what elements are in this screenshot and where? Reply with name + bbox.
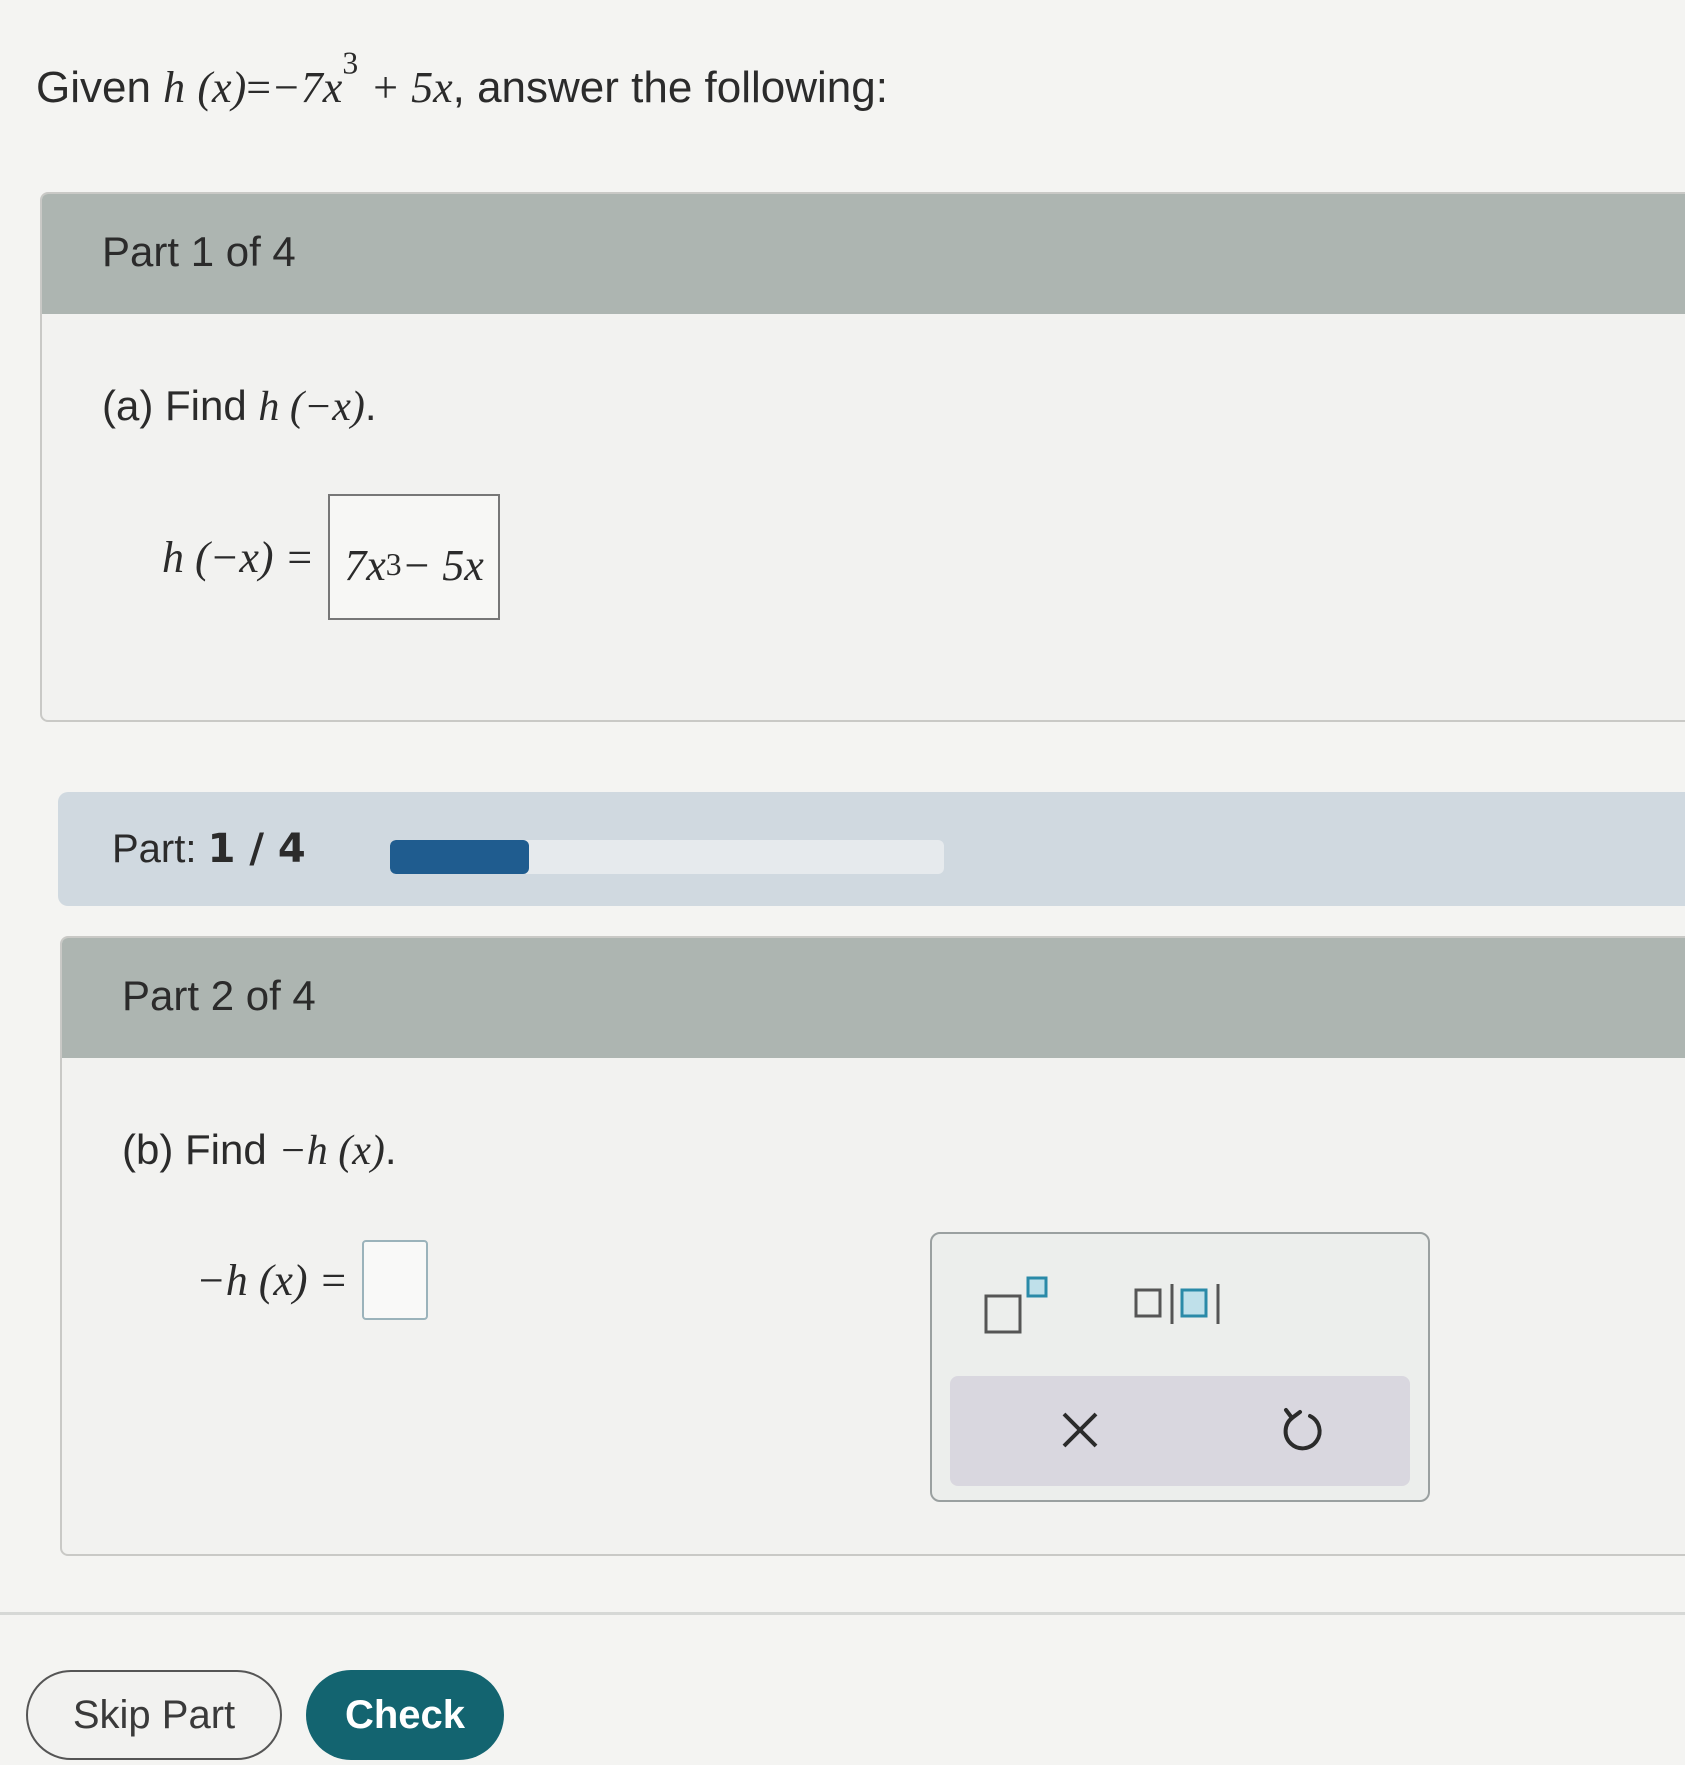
function-argument: (x)	[197, 63, 247, 112]
function-term-1: −7x	[271, 63, 343, 112]
part-1-panel: Part 1 of 4 (a) Find h (−x). h (−x) = 7x…	[40, 192, 1685, 722]
part-2-panel: Part 2 of 4 (b) Find −h (x). −h (x) =	[60, 936, 1685, 1556]
part-2-header-label: Part 2 of 4	[122, 972, 316, 1019]
part-1-answer-row: h (−x) = 7x 3 − 5x	[162, 494, 500, 620]
math-palette	[930, 1232, 1430, 1502]
progress-bar	[390, 840, 944, 874]
progress-value: 1 / 4	[207, 826, 306, 872]
part-2-question-suffix: .	[384, 1126, 397, 1173]
part-1-question: (a) Find h (−x).	[102, 382, 377, 431]
part-2-question-prefix: (b) Find	[122, 1126, 279, 1173]
function-term-1-exponent: 3	[342, 45, 359, 81]
part-1-answer-lhs: h (−x) =	[162, 532, 315, 582]
function-equals: =	[246, 63, 272, 112]
part-2-answer-lhs: −h (x) =	[196, 1255, 349, 1305]
part-1-header: Part 1 of 4	[42, 194, 1685, 314]
undo-icon	[1283, 1408, 1322, 1451]
absolute-value-button[interactable]	[1132, 1274, 1232, 1338]
exponent-icon	[984, 1276, 1048, 1334]
undo-button[interactable]	[1268, 1396, 1338, 1466]
part-1-answer-term-2: − 5x	[401, 540, 484, 590]
part-2-question: (b) Find −h (x).	[122, 1126, 397, 1175]
part-1-question-suffix: .	[364, 382, 377, 429]
part-2-question-expression: −h (x)	[278, 1128, 385, 1174]
part-2-header: Part 2 of 4	[62, 938, 1685, 1058]
part-2-answer-row: −h (x) =	[196, 1240, 429, 1320]
palette-bottom-row	[950, 1376, 1410, 1486]
absolute-value-icon	[1134, 1284, 1220, 1324]
function-term-2: + 5x	[370, 63, 453, 112]
palette-top-row	[932, 1234, 1428, 1364]
part-1-answer-input[interactable]: 7x 3 − 5x	[328, 494, 500, 620]
clear-icon	[1062, 1412, 1098, 1448]
function-name: h	[163, 63, 186, 112]
clear-button[interactable]	[1040, 1394, 1120, 1468]
skip-part-button[interactable]: Skip Part	[26, 1670, 282, 1760]
problem-statement: Given h (x)=−7x3 + 5x, answer the follow…	[36, 47, 888, 113]
bottom-divider	[0, 1612, 1685, 1615]
problem-prefix: Given	[36, 63, 164, 112]
part-1-answer-term-1: 7x	[344, 540, 386, 590]
check-button[interactable]: Check	[306, 1670, 504, 1760]
progress-label: Part: 1 / 4	[112, 826, 306, 872]
progress-label-text: Part:	[112, 827, 197, 871]
part-1-question-expression: h (−x)	[258, 384, 365, 430]
progress-strip: Part: 1 / 4	[58, 792, 1685, 906]
progress-bar-fill	[390, 840, 529, 874]
part-2-answer-input[interactable]	[362, 1240, 429, 1320]
problem-suffix: , answer the following:	[452, 63, 888, 112]
part-1-header-label: Part 1 of 4	[102, 228, 296, 275]
part-1-question-prefix: (a) Find	[102, 382, 259, 429]
exponent-button[interactable]	[982, 1274, 1062, 1338]
